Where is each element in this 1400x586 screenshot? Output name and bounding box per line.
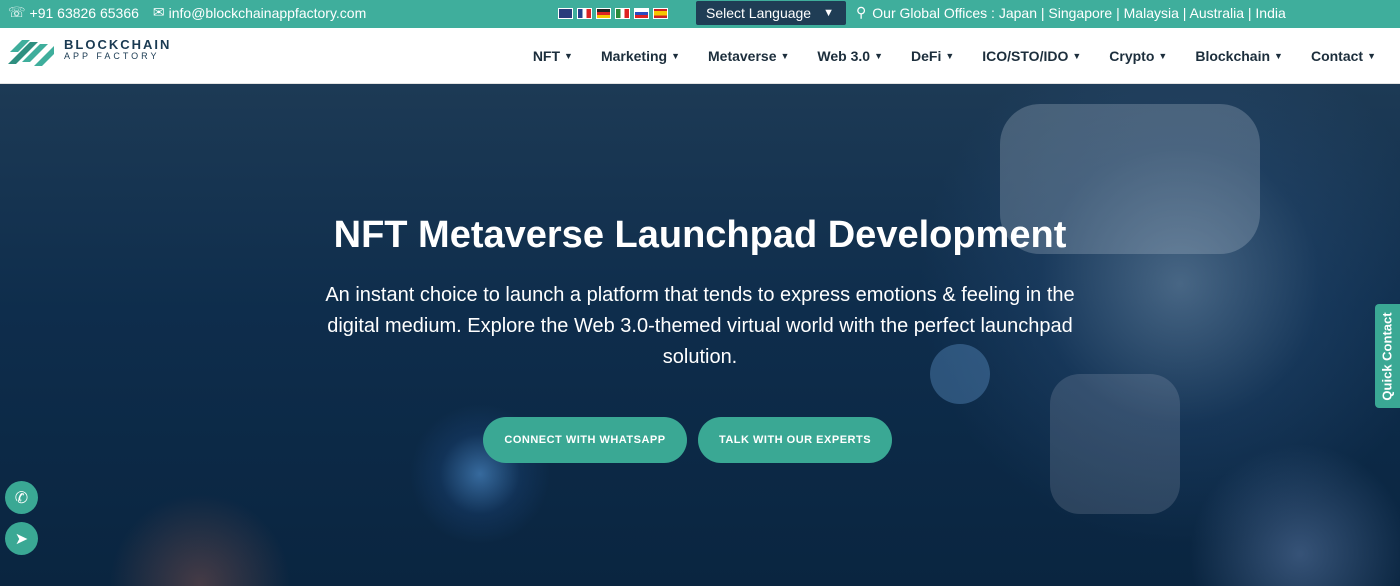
menu-item-label: ICO/STO/IDO <box>982 48 1069 64</box>
menu-item-label: Crypto <box>1109 48 1155 64</box>
language-select[interactable]: Select Language ▼ <box>696 1 846 25</box>
menu-item-defi[interactable]: DeFi ▼ <box>897 48 968 64</box>
mail-icon: ✉ <box>152 4 165 20</box>
menu-item-crypto[interactable]: Crypto ▼ <box>1095 48 1181 64</box>
flag-france-icon[interactable] <box>577 8 592 19</box>
caret-down-icon: ▼ <box>1367 51 1376 61</box>
phone-number: +91 63826 65366 <box>29 4 139 21</box>
bokeh-light <box>1050 374 1180 514</box>
hero-subtitle: An instant choice to launch a platform t… <box>325 284 1075 368</box>
menu: NFT ▼ Marketing ▼ Metaverse ▼ Web 3.0 ▼ DeFi… <box>519 28 1390 84</box>
caret-down-icon: ▼ <box>1072 51 1082 61</box>
quick-contact-label: Quick Contact <box>1380 311 1395 401</box>
main-navigation: BLOCKCHAIN APP FACTORY NFT ▼ Marketing ▼ M… <box>0 28 1400 84</box>
hero-banner: NFT Metaverse Launchpad Development An i… <box>0 84 1400 586</box>
menu-item-label: Metaverse <box>708 48 777 64</box>
menu-item-ico-sto-ido[interactable]: ICO/STO/IDO ▼ <box>968 48 1095 64</box>
hero-title: NFT Metaverse Launchpad Development <box>333 214 1067 256</box>
caret-down-icon: ▼ <box>780 51 790 61</box>
menu-item-label: NFT <box>532 48 561 64</box>
quick-contact-tab[interactable]: Quick Contact <box>1375 304 1400 408</box>
logo-line2: APP FACTORY <box>64 51 160 62</box>
menu-item-web3[interactable]: Web 3.0 ▼ <box>803 48 897 64</box>
global-offices: ⚲ Our Global Offices : Japan | Singapore… <box>856 4 1286 21</box>
caret-down-icon: ▼ <box>1158 51 1168 61</box>
language-select-label: Select Language <box>706 5 812 21</box>
caret-down-icon: ▼ <box>671 51 680 61</box>
menu-item-blockchain[interactable]: Blockchain ▼ <box>1181 48 1297 64</box>
talk-with-experts-button[interactable]: TALK WITH OUR EXPERTS <box>698 417 892 463</box>
contact-info: ☏ +91 63826 65366 ✉ info@blockchainappfa… <box>8 4 366 21</box>
flag-germany-icon[interactable] <box>596 8 611 19</box>
whatsapp-icon: ✆ <box>14 489 29 507</box>
email-address: info@blockchainappfactory.com <box>168 4 367 21</box>
phone-link[interactable]: ☏ +91 63826 65366 <box>8 4 139 21</box>
top-bar: ☏ +91 63826 65366 ✉ info@blockchainappfa… <box>0 0 1400 28</box>
map-marker-icon: ⚲ <box>856 4 867 20</box>
menu-item-metaverse[interactable]: Metaverse ▼ <box>694 48 803 64</box>
offices-text: Our Global Offices : Japan | Singapore |… <box>872 4 1286 21</box>
menu-item-contact[interactable]: Contact ▼ <box>1297 48 1390 64</box>
connect-whatsapp-button[interactable]: CONNECT WITH WHATSAPP <box>483 417 687 463</box>
logo-line1: BLOCKCHAIN <box>64 36 172 52</box>
caret-down-icon: ▼ <box>874 51 883 61</box>
flag-spain-icon[interactable] <box>653 8 668 19</box>
menu-item-marketing[interactable]: Marketing ▼ <box>587 48 694 64</box>
telegram-icon: ➤ <box>14 530 29 548</box>
whatsapp-float-button[interactable]: ✆ <box>5 481 38 514</box>
menu-item-nft[interactable]: NFT ▼ <box>519 48 587 64</box>
menu-item-label: Web 3.0 <box>817 48 871 64</box>
caret-down-icon: ▼ <box>945 51 955 61</box>
flag-uk-icon[interactable] <box>558 8 573 19</box>
menu-item-label: Marketing <box>600 48 668 64</box>
logo[interactable]: BLOCKCHAIN APP FACTORY <box>8 32 171 68</box>
email-link[interactable]: ✉ info@blockchainappfactory.com <box>153 4 366 21</box>
telegram-float-button[interactable]: ➤ <box>5 522 38 555</box>
phone-icon: ☏ <box>8 4 26 20</box>
language-flags <box>558 8 668 19</box>
caret-down-icon: ▼ <box>564 51 573 61</box>
menu-item-label: DeFi <box>911 48 942 64</box>
flag-russia-icon[interactable] <box>634 8 649 19</box>
flag-italy-icon[interactable] <box>615 8 630 19</box>
menu-item-label: Blockchain <box>1195 48 1271 64</box>
chevron-down-icon: ▼ <box>823 7 834 19</box>
caret-down-icon: ▼ <box>1274 51 1283 61</box>
menu-item-label: Contact <box>1310 48 1364 64</box>
logo-mark-icon <box>8 32 56 68</box>
